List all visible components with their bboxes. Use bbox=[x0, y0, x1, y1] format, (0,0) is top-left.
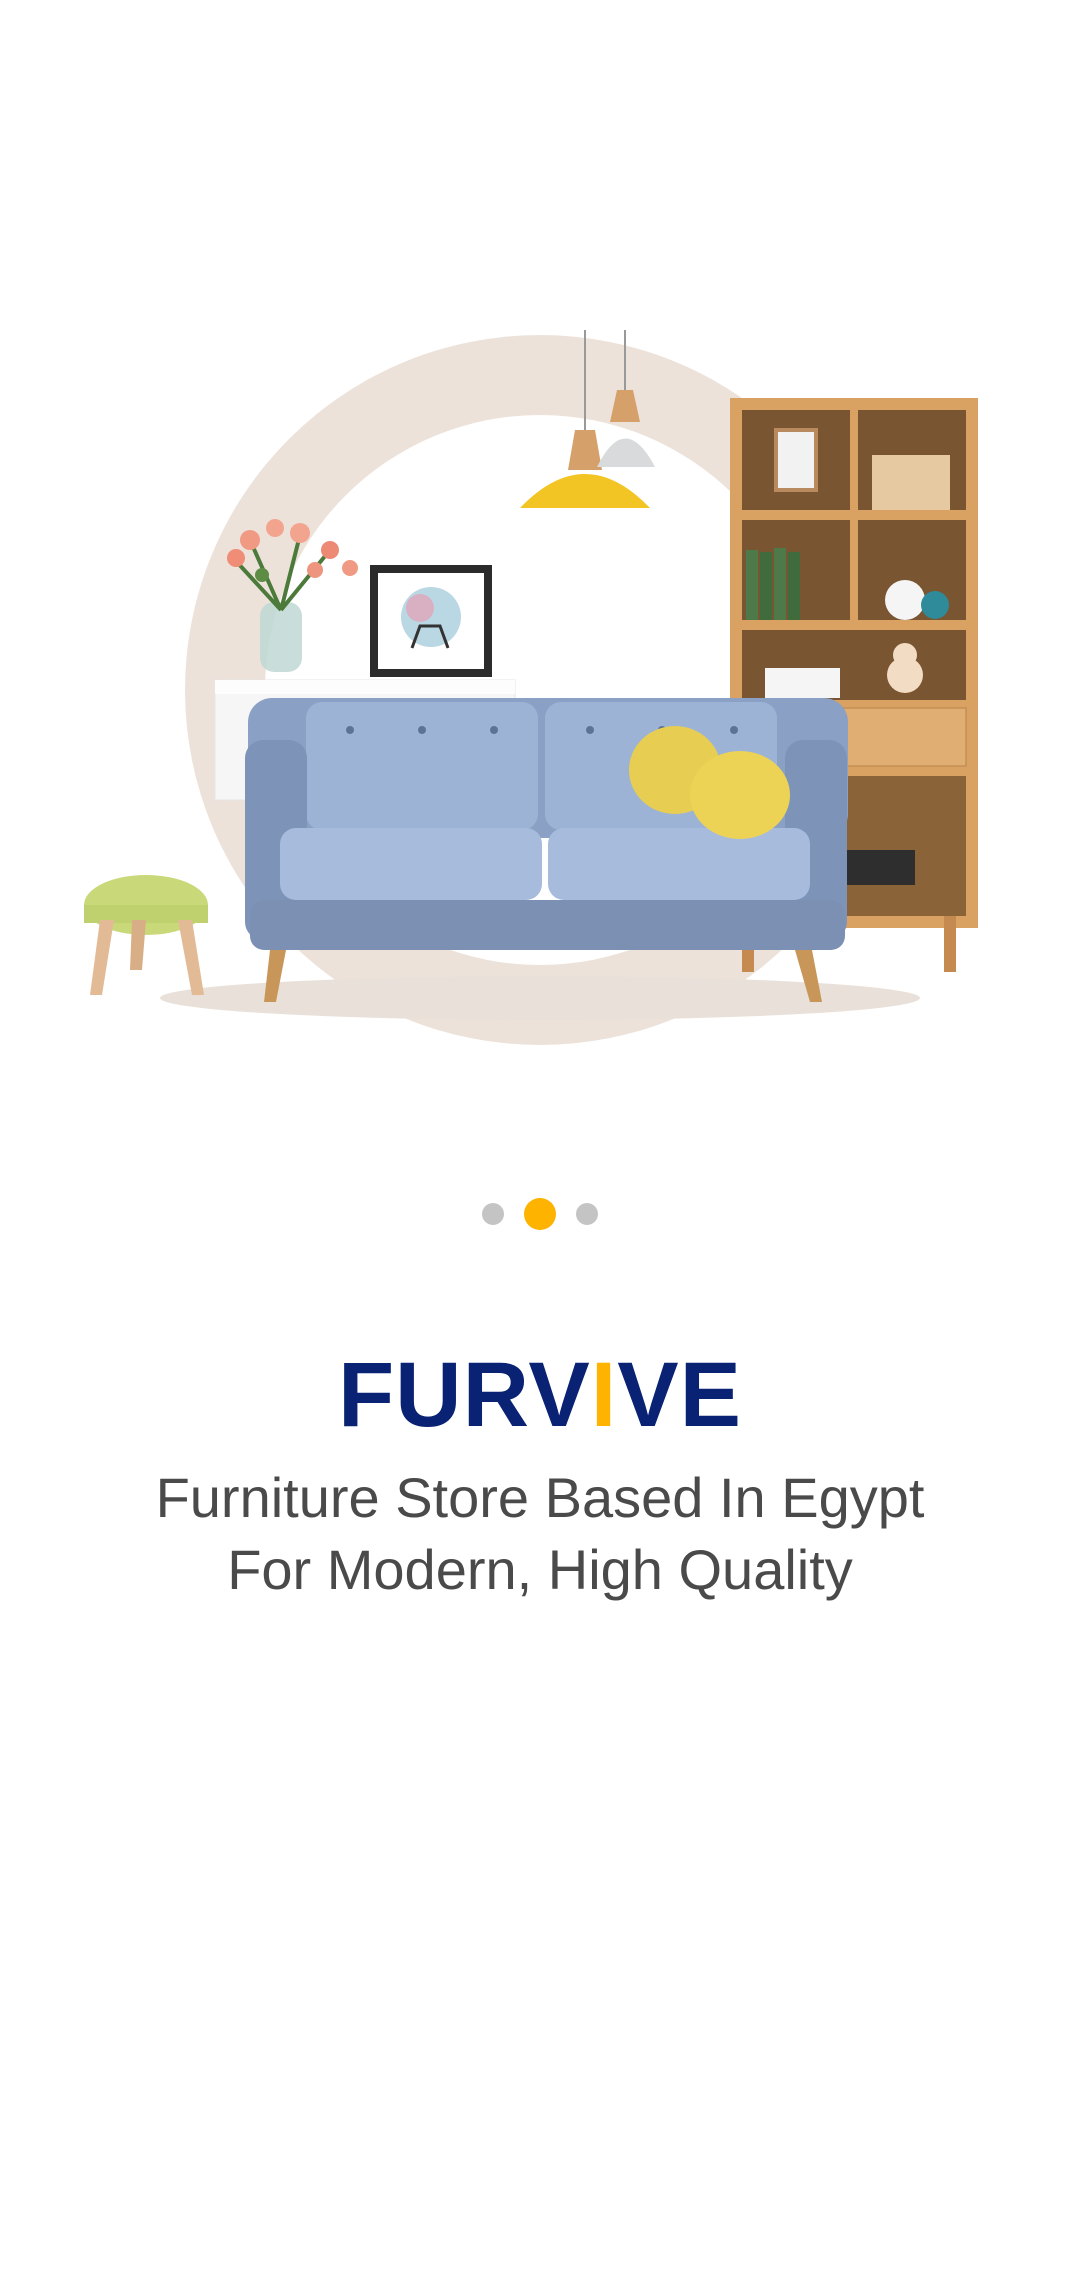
green-stool bbox=[84, 875, 208, 995]
page-dot-1[interactable] bbox=[482, 1203, 504, 1225]
tagline-line-1: Furniture Store Based In Egypt bbox=[155, 1466, 925, 1529]
brand-logo-part2: VE bbox=[617, 1344, 743, 1446]
tagline-line-2: For Modern, High Quality bbox=[227, 1538, 853, 1601]
page-indicator bbox=[0, 1198, 1080, 1230]
brand-logo: FURVIVE bbox=[0, 1340, 1080, 1450]
brand-logo-part1: FURV bbox=[337, 1344, 591, 1446]
page-dot-2-active[interactable] bbox=[524, 1198, 556, 1230]
tagline: Furniture Store Based In Egypt For Moder… bbox=[0, 1462, 1080, 1606]
brand-logo-accent: I bbox=[590, 1344, 618, 1446]
page-dot-3[interactable] bbox=[576, 1203, 598, 1225]
framed-picture bbox=[370, 565, 492, 677]
hero-illustration bbox=[0, 330, 1080, 1070]
